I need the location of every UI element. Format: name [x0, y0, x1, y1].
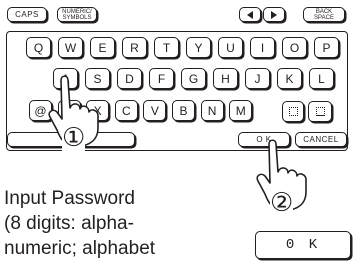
instruction-caption: Input Password (8 digits: alpha- numeric…	[4, 186, 214, 261]
caption-line-3: numeric; alphabet	[4, 238, 156, 259]
caption-line-2: (8 digits: alpha-	[4, 213, 134, 234]
caption-line-1: Input Password	[4, 188, 135, 209]
step-2-badge: ②	[270, 188, 294, 218]
ok-button[interactable]: 0 K	[255, 231, 351, 259]
step-1-badge: ①	[62, 123, 86, 153]
